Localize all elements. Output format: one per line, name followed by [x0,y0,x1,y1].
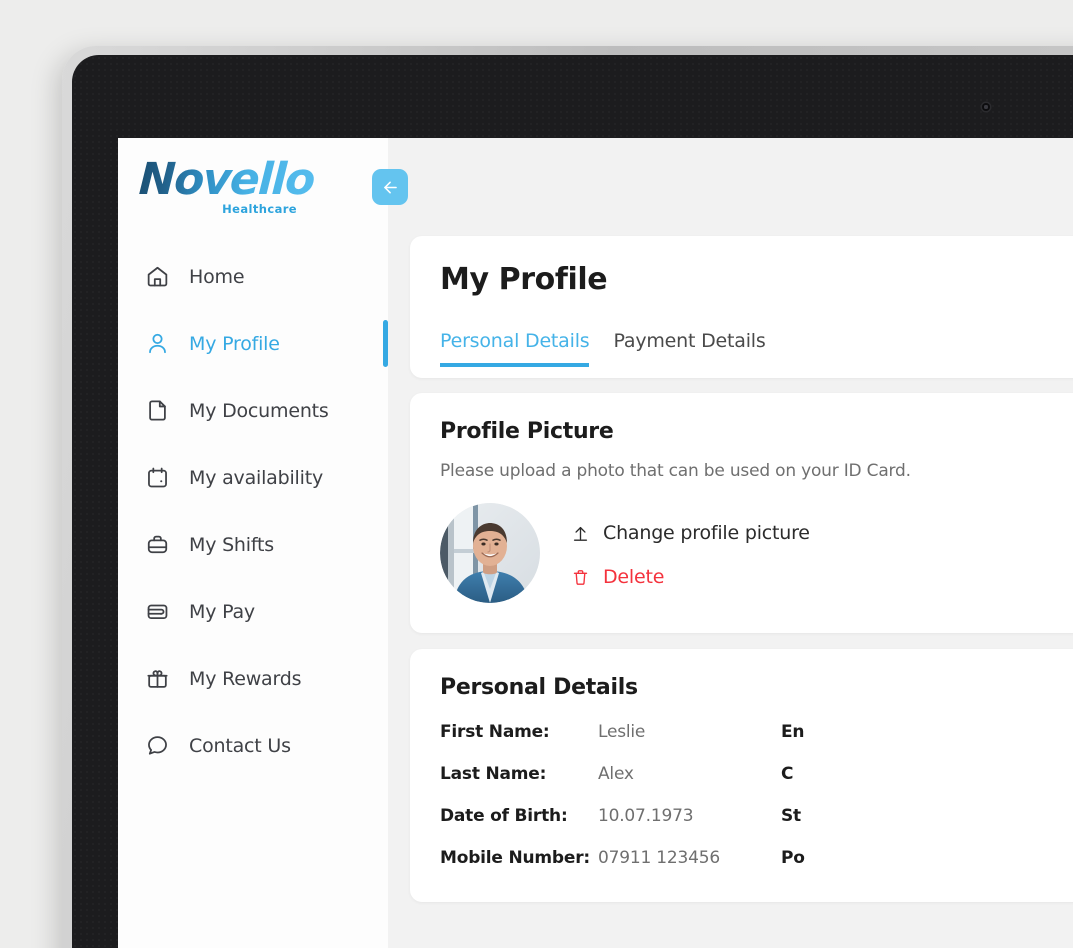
detail-label-date-of-birth: Date of Birth: [440,806,568,826]
sidebar-item-label: My Rewards [189,667,302,690]
personal-details-grid: First Name: Leslie En Last Name: Alex C … [440,722,1073,868]
screenshot-scene: Novello Healthcare Home My Profile My Do… [0,0,1073,948]
wallet-icon [144,598,171,625]
sidebar-item-contact-us[interactable]: Contact Us [118,712,388,779]
profile-picture-help-text: Please upload a photo that can be used o… [440,461,911,481]
detail-label-email-truncated: En [781,722,805,742]
trash-icon [570,566,590,588]
upload-icon [570,522,590,544]
tab-strip: Personal Details Payment Details [440,319,1073,367]
page-title: My Profile [440,262,608,297]
webcam-icon [982,103,990,111]
detail-label-street-truncated: St [781,806,801,826]
sidebar-item-label: My Pay [189,600,255,623]
profile-picture-card: Profile Picture Please upload a photo th… [410,393,1073,633]
sidebar-item-label: My availability [189,466,323,489]
personal-details-title: Personal Details [440,675,638,700]
detail-value-first-name: Leslie [598,722,646,742]
main-content: My Profile Personal Details Payment Deta… [388,138,1073,948]
detail-label-city-truncated: C [781,764,794,784]
home-icon [144,263,171,290]
change-profile-picture-button[interactable]: Change profile picture [570,522,810,544]
sidebar: Novello Healthcare Home My Profile My Do… [118,138,388,948]
sidebar-nav: Home My Profile My Documents My availabi… [118,243,388,779]
detail-value-last-name: Alex [598,764,634,784]
back-button[interactable] [372,169,408,205]
detail-label-last-name: Last Name: [440,764,547,784]
sidebar-item-label: My Shifts [189,533,274,556]
sidebar-item-home[interactable]: Home [118,243,388,310]
tab-payment-details[interactable]: Payment Details [613,330,765,367]
chat-bubble-icon [144,732,171,759]
detail-label-postcode-truncated: Po [781,848,805,868]
document-icon [144,397,171,424]
sidebar-item-label: Contact Us [189,734,291,757]
sidebar-item-my-rewards[interactable]: My Rewards [118,645,388,712]
sidebar-item-my-pay[interactable]: My Pay [118,578,388,645]
brand-tagline: Healthcare [222,202,297,216]
arrow-left-icon [381,178,400,197]
personal-details-card: Personal Details First Name: Leslie En L… [410,649,1073,902]
avatar-row: Change profile picture Delete [440,503,1073,603]
detail-label-mobile-number: Mobile Number: [440,848,590,868]
delete-profile-picture-button[interactable]: Delete [570,566,810,588]
change-profile-picture-label: Change profile picture [603,522,810,544]
sidebar-item-my-shifts[interactable]: My Shifts [118,511,388,578]
briefcase-icon [144,531,171,558]
gift-icon [144,665,171,692]
profile-picture-title: Profile Picture [440,419,614,444]
detail-value-date-of-birth: 10.07.1973 [598,806,694,826]
tab-personal-details[interactable]: Personal Details [440,330,590,367]
brand-logo: Novello Healthcare [138,154,315,220]
sidebar-item-my-availability[interactable]: My availability [118,444,388,511]
sidebar-item-label: Home [189,265,245,288]
brand-wordmark: Novello [137,154,316,205]
detail-label-first-name: First Name: [440,722,550,742]
user-icon [144,330,171,357]
avatar-actions: Change profile picture Delete [570,518,810,588]
sidebar-item-my-profile[interactable]: My Profile [118,310,388,377]
app-screen: Novello Healthcare Home My Profile My Do… [118,138,1073,948]
sidebar-item-my-documents[interactable]: My Documents [118,377,388,444]
profile-header-card: My Profile Personal Details Payment Deta… [410,236,1073,378]
calendar-icon [144,464,171,491]
sidebar-item-label: My Documents [189,399,329,422]
detail-value-mobile-number: 07911 123456 [598,848,720,868]
sidebar-item-label: My Profile [189,332,280,355]
avatar[interactable] [440,503,540,603]
delete-profile-picture-label: Delete [603,566,665,588]
